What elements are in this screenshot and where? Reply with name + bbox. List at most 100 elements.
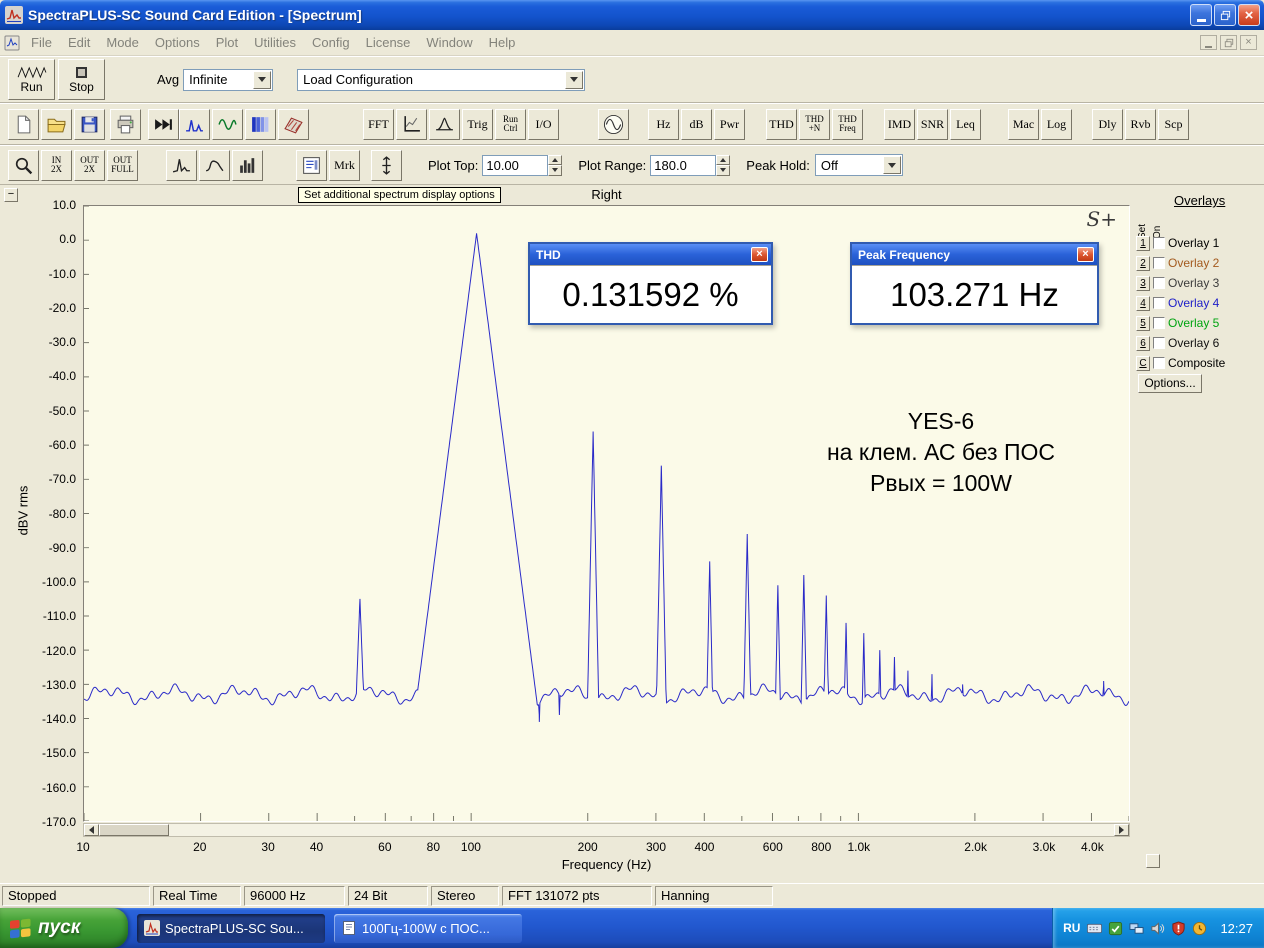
- averaging-select[interactable]: Infinite: [183, 68, 274, 91]
- peak-hold-select[interactable]: Off: [814, 154, 903, 176]
- scroll-right-button[interactable]: [1114, 824, 1129, 836]
- io-device-button[interactable]: I/O: [528, 108, 559, 140]
- mdi-restore-button[interactable]: [1220, 35, 1237, 50]
- fft-settings-button[interactable]: FFT: [363, 108, 394, 140]
- plot-corner-button[interactable]: [1146, 854, 1160, 868]
- overlay-4-checkbox[interactable]: [1153, 297, 1165, 309]
- overlay-5-set-button[interactable]: 5: [1136, 315, 1150, 331]
- markers-button[interactable]: Mrk: [329, 149, 360, 181]
- overlay-C-checkbox[interactable]: [1153, 357, 1165, 369]
- network-icon[interactable]: [1129, 921, 1144, 936]
- overlay-6-set-button[interactable]: 6: [1136, 335, 1150, 351]
- scrollbar-thumb[interactable]: [99, 824, 169, 836]
- start-button[interactable]: пуск: [0, 908, 128, 948]
- zoom-out-full-button[interactable]: OUT FULL: [107, 149, 138, 181]
- menu-item-help[interactable]: Help: [481, 32, 524, 53]
- taskbar-task-0[interactable]: SpectraPLUS-SC Sou...: [137, 913, 325, 943]
- power-units-button[interactable]: Pwr: [714, 108, 745, 140]
- peak-frequency-titlebar[interactable]: Peak Frequency ×: [852, 244, 1097, 265]
- open-file-button[interactable]: [41, 108, 72, 140]
- phase-view-button[interactable]: [429, 108, 460, 140]
- leq-button[interactable]: Leq: [950, 108, 981, 140]
- reverb-button[interactable]: Rvb: [1125, 108, 1156, 140]
- octave-plot-button[interactable]: [199, 149, 230, 181]
- load-configuration-dropdown-arrow[interactable]: [565, 70, 584, 89]
- display-options-button[interactable]: [296, 149, 327, 181]
- thd-close-button[interactable]: ×: [751, 247, 768, 262]
- keyboard-icon[interactable]: [1087, 921, 1103, 936]
- restore-button[interactable]: [1214, 4, 1236, 26]
- thd-window-titlebar[interactable]: THD ×: [530, 244, 771, 265]
- overlay-2-set-button[interactable]: 2: [1136, 255, 1150, 271]
- print-button[interactable]: [110, 108, 141, 140]
- taskbar-task-1[interactable]: 100Гц-100W с ПОС...: [334, 913, 522, 943]
- amplitude-scale-button[interactable]: [371, 149, 402, 181]
- language-indicator[interactable]: RU: [1063, 921, 1080, 935]
- zoom-out-2x-button[interactable]: OUT 2X: [74, 149, 105, 181]
- signal-generator-button[interactable]: [598, 108, 629, 140]
- frequency-units-button[interactable]: Hz: [648, 108, 679, 140]
- scheduler-icon[interactable]: [1108, 921, 1123, 936]
- run-button[interactable]: Run: [8, 59, 55, 100]
- zoom-button[interactable]: [8, 149, 39, 181]
- spectrum-view-button[interactable]: [179, 108, 210, 140]
- bar-plot-button[interactable]: [232, 149, 263, 181]
- time-series-view-button[interactable]: [212, 108, 243, 140]
- scrollbar-track[interactable]: [169, 824, 1114, 836]
- menu-item-window[interactable]: Window: [418, 32, 480, 53]
- spectrogram-view-button[interactable]: [245, 108, 276, 140]
- overlay-6-checkbox[interactable]: [1153, 337, 1165, 349]
- menu-item-file[interactable]: File: [23, 32, 60, 53]
- trigger-button[interactable]: Trig: [462, 108, 493, 140]
- stop-button[interactable]: Stop: [58, 59, 105, 100]
- overlay-3-set-button[interactable]: 3: [1136, 275, 1150, 291]
- menu-item-config[interactable]: Config: [304, 32, 358, 53]
- imd-button[interactable]: IMD: [884, 108, 915, 140]
- load-configuration-select[interactable]: Load Configuration: [297, 68, 586, 91]
- narrowband-plot-button[interactable]: [166, 149, 197, 181]
- surface-view-button[interactable]: [278, 108, 309, 140]
- scroll-left-button[interactable]: [84, 824, 99, 836]
- snr-button[interactable]: SNR: [917, 108, 948, 140]
- overlay-4-set-button[interactable]: 4: [1136, 295, 1150, 311]
- menu-item-edit[interactable]: Edit: [60, 32, 98, 53]
- plot-range-spinner[interactable]: [716, 154, 731, 176]
- overlay-1-checkbox[interactable]: [1153, 237, 1165, 249]
- thd-button[interactable]: THD: [766, 108, 797, 140]
- plot-top-input[interactable]: [482, 154, 549, 176]
- save-file-button[interactable]: [74, 108, 105, 140]
- menu-item-options[interactable]: Options: [147, 32, 208, 53]
- new-file-button[interactable]: [8, 108, 39, 140]
- menu-item-utilities[interactable]: Utilities: [246, 32, 304, 53]
- zoom-in-2x-button[interactable]: IN 2X: [41, 149, 72, 181]
- menu-item-license[interactable]: License: [358, 32, 419, 53]
- thd-plus-n-button[interactable]: THD +N: [799, 108, 830, 140]
- thd-freq-button[interactable]: THD Freq: [832, 108, 863, 140]
- run-control-button[interactable]: Run Ctrl: [495, 108, 526, 140]
- minimize-button[interactable]: [1190, 4, 1212, 26]
- close-button[interactable]: ×: [1238, 4, 1260, 26]
- overlays-options-button[interactable]: Options...: [1138, 374, 1202, 393]
- overlay-C-set-button[interactable]: C: [1136, 355, 1150, 371]
- plot-range-input[interactable]: [650, 154, 717, 176]
- peak-frequency-close-button[interactable]: ×: [1077, 247, 1094, 262]
- overlay-3-checkbox[interactable]: [1153, 277, 1165, 289]
- antivirus-icon[interactable]: [1171, 920, 1186, 936]
- logging-button[interactable]: Log: [1041, 108, 1072, 140]
- averaging-dropdown-arrow[interactable]: [253, 70, 272, 89]
- titlebar[interactable]: SpectraPLUS-SC Sound Card Edition - [Spe…: [0, 0, 1264, 30]
- overlay-5-checkbox[interactable]: [1153, 317, 1165, 329]
- mdi-close-button[interactable]: ×: [1240, 35, 1257, 50]
- overlay-2-checkbox[interactable]: [1153, 257, 1165, 269]
- scaling-button[interactable]: [396, 108, 427, 140]
- delay-button[interactable]: Dly: [1092, 108, 1123, 140]
- decibel-units-button[interactable]: dB: [681, 108, 712, 140]
- macro-button[interactable]: Mac: [1008, 108, 1039, 140]
- menu-item-mode[interactable]: Mode: [98, 32, 147, 53]
- scope-button[interactable]: Scp: [1158, 108, 1189, 140]
- overlay-1-set-button[interactable]: 1: [1136, 235, 1150, 251]
- volume-icon[interactable]: [1150, 921, 1165, 936]
- menu-item-plot[interactable]: Plot: [208, 32, 246, 53]
- mdi-minimize-button[interactable]: [1200, 35, 1217, 50]
- plot-top-spinner[interactable]: [548, 154, 563, 176]
